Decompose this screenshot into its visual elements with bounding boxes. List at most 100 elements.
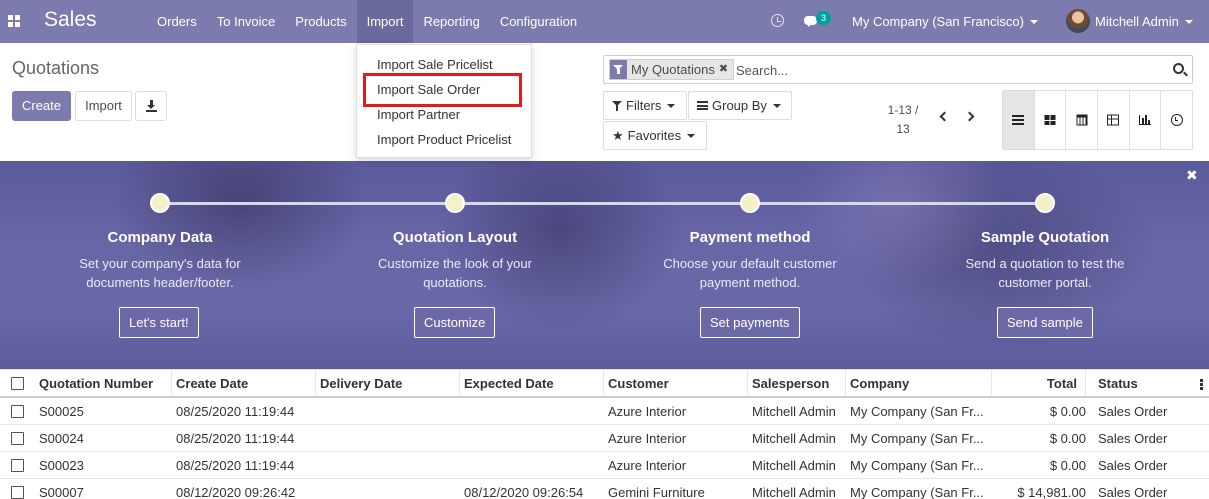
step-title: Sample Quotation bbox=[980, 229, 1110, 246]
activity-view-button[interactable] bbox=[1161, 91, 1193, 149]
favorites-button[interactable]: ★ Favorites bbox=[603, 121, 707, 150]
menu-to-invoice[interactable]: To Invoice bbox=[207, 0, 286, 43]
onboarding-step-layout: Quotation Layout Customize the look of y… bbox=[335, 161, 575, 369]
cell-company: My Company (San Fr... bbox=[850, 404, 984, 419]
list-icon bbox=[697, 101, 708, 110]
cell-total: $ 0.00 bbox=[1049, 431, 1086, 446]
calendar-view-button[interactable] bbox=[1066, 91, 1099, 149]
pager-value[interactable]: 1-13 / 13 bbox=[880, 101, 926, 139]
chevron-down-icon bbox=[687, 134, 696, 138]
onboarding-banner: ✖ Company Data Set your company's data f… bbox=[0, 161, 1209, 369]
activity-clock-icon[interactable] bbox=[771, 14, 784, 27]
column-quotation-number[interactable]: Quotation Number bbox=[35, 370, 172, 397]
menu-item-import-partner[interactable]: Import Partner bbox=[377, 107, 460, 122]
cell-status: Sales Order bbox=[1098, 431, 1168, 446]
row-checkbox[interactable] bbox=[11, 405, 24, 418]
onboarding-step-sample: Sample Quotation Send a quotation to tes… bbox=[925, 161, 1165, 369]
list-view-button[interactable] bbox=[1003, 91, 1035, 149]
cell-total: $ 0.00 bbox=[1049, 458, 1086, 473]
menu-products[interactable]: Products bbox=[285, 0, 356, 43]
menu-item-import-sale-pricelist[interactable]: Import Sale Pricelist bbox=[377, 57, 493, 72]
company-switcher[interactable]: My Company (San Francisco) bbox=[852, 0, 1038, 43]
step-description: Choose your default customer payment met… bbox=[663, 256, 837, 290]
facet-remove-icon[interactable]: ✖ bbox=[719, 60, 733, 79]
app-name[interactable]: Sales bbox=[44, 8, 97, 32]
table-row[interactable]: S00007 08/12/2020 09:26:42 08/12/2020 09… bbox=[0, 479, 1209, 499]
search-input[interactable] bbox=[736, 60, 1156, 80]
menu-item-import-product-pricelist[interactable]: Import Product Pricelist bbox=[377, 132, 511, 147]
send-sample-button[interactable]: Send sample bbox=[997, 307, 1093, 338]
import-button[interactable]: Import bbox=[75, 91, 132, 121]
column-status[interactable]: Status bbox=[1094, 370, 1190, 397]
apps-menu-icon[interactable] bbox=[8, 15, 20, 27]
create-button[interactable]: Create bbox=[12, 91, 71, 121]
select-all-checkbox[interactable] bbox=[11, 377, 24, 390]
menu-configuration[interactable]: Configuration bbox=[490, 0, 587, 43]
search-bar: My Quotations ✖ bbox=[603, 55, 1193, 84]
menu-import[interactable]: Import bbox=[356, 0, 414, 43]
row-checkbox[interactable] bbox=[11, 486, 24, 499]
pivot-view-icon bbox=[1107, 114, 1120, 126]
cell-delivery-date bbox=[316, 425, 460, 452]
user-menu[interactable]: Mitchell Admin bbox=[1095, 0, 1193, 43]
breadcrumb: Quotations bbox=[12, 58, 100, 78]
pager-next-icon[interactable] bbox=[964, 111, 975, 122]
search-facet: My Quotations ✖ bbox=[609, 59, 734, 80]
star-icon: ★ bbox=[612, 128, 624, 143]
avatar[interactable] bbox=[1066, 9, 1090, 33]
row-checkbox[interactable] bbox=[11, 432, 24, 445]
cell-salesperson: Mitchell Admin bbox=[752, 431, 836, 446]
cell-status: Sales Order bbox=[1098, 485, 1168, 499]
download-button[interactable] bbox=[135, 91, 167, 121]
column-salesperson[interactable]: Salesperson bbox=[748, 370, 846, 397]
onboarding-progress-line bbox=[160, 202, 1045, 205]
search-icon[interactable] bbox=[1173, 63, 1184, 74]
download-icon bbox=[146, 100, 157, 112]
close-icon[interactable]: ✖ bbox=[1186, 167, 1198, 184]
cell-quotation-number: S00025 bbox=[39, 404, 84, 419]
step-description: Customize the look of your quotations. bbox=[378, 256, 532, 290]
cell-company: My Company (San Fr... bbox=[850, 458, 984, 473]
chat-count-badge: 3 bbox=[816, 11, 831, 25]
cell-create-date: 08/25/2020 11:19:44 bbox=[176, 404, 295, 419]
column-options-icon[interactable] bbox=[1200, 379, 1203, 390]
column-total[interactable]: Total bbox=[992, 370, 1086, 397]
pivot-view-button[interactable] bbox=[1098, 91, 1130, 149]
menu-orders[interactable]: Orders bbox=[147, 0, 207, 43]
step-dot bbox=[740, 193, 760, 213]
kanban-view-icon bbox=[1044, 115, 1056, 125]
set-payments-button[interactable]: Set payments bbox=[700, 307, 800, 338]
cell-customer: Azure Interior bbox=[608, 458, 687, 473]
cell-quotation-number: S00023 bbox=[39, 458, 84, 473]
menu-reporting[interactable]: Reporting bbox=[413, 0, 489, 43]
groupby-button[interactable]: Group By bbox=[688, 91, 792, 120]
step-description: Set your company's data for documents he… bbox=[79, 256, 241, 290]
pager-previous-icon[interactable] bbox=[939, 111, 950, 122]
cell-delivery-date bbox=[316, 479, 460, 499]
list-view-icon bbox=[1012, 115, 1025, 125]
table-row[interactable]: S00024 08/25/2020 11:19:44 Azure Interio… bbox=[0, 425, 1209, 452]
column-create-date[interactable]: Create Date bbox=[172, 370, 316, 397]
column-company[interactable]: Company bbox=[846, 370, 992, 397]
table-row[interactable]: S00023 08/25/2020 11:19:44 Azure Interio… bbox=[0, 452, 1209, 479]
cell-status: Sales Order bbox=[1098, 404, 1168, 419]
filters-button[interactable]: Filters bbox=[603, 91, 687, 120]
cell-expected-date bbox=[460, 452, 604, 479]
cell-total: $ 14,981.00 bbox=[1017, 485, 1086, 499]
filter-icon bbox=[612, 101, 622, 111]
step-description: Send a quotation to test the customer po… bbox=[965, 256, 1125, 290]
customize-button[interactable]: Customize bbox=[414, 307, 496, 338]
cell-quotation-number: S00024 bbox=[39, 431, 84, 446]
cell-company: My Company (San Fr... bbox=[850, 431, 984, 446]
filters-label: Filters bbox=[626, 98, 662, 113]
kanban-view-button[interactable] bbox=[1034, 91, 1067, 149]
row-checkbox[interactable] bbox=[11, 459, 24, 472]
graph-view-button[interactable] bbox=[1129, 91, 1162, 149]
column-expected-date[interactable]: Expected Date bbox=[460, 370, 604, 397]
lets-start-button[interactable]: Let's start! bbox=[119, 307, 199, 338]
column-customer[interactable]: Customer bbox=[604, 370, 748, 397]
step-title: Quotation Layout bbox=[392, 229, 518, 246]
chevron-down-icon bbox=[667, 104, 676, 108]
table-row[interactable]: S00025 08/25/2020 11:19:44 Azure Interio… bbox=[0, 398, 1209, 425]
column-delivery-date[interactable]: Delivery Date bbox=[316, 370, 460, 397]
